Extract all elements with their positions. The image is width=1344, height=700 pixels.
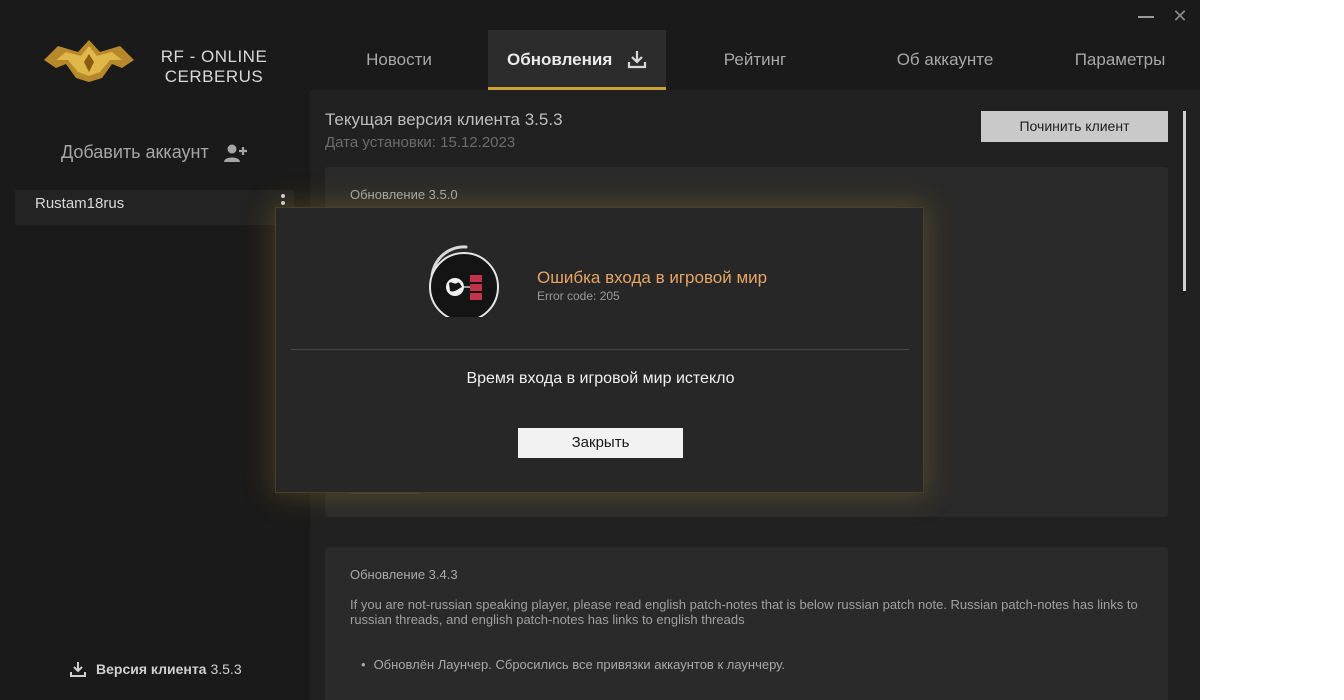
close-dialog-button[interactable]: Закрыть — [518, 428, 683, 458]
launcher-window: ✕ RF - ONLINE CERBERUS Новости Обновлени… — [0, 0, 1200, 700]
dialog-message: Время входа в игровой мир истекло — [466, 370, 735, 387]
globe-server-icon — [429, 245, 499, 317]
dialog-title: Ошибка входа в игровой мир — [537, 268, 768, 287]
divider — [291, 349, 909, 350]
error-dialog: Ошибка входа в игровой мир Error code: 2… — [275, 207, 924, 493]
error-code: Error code: 205 — [537, 289, 620, 303]
